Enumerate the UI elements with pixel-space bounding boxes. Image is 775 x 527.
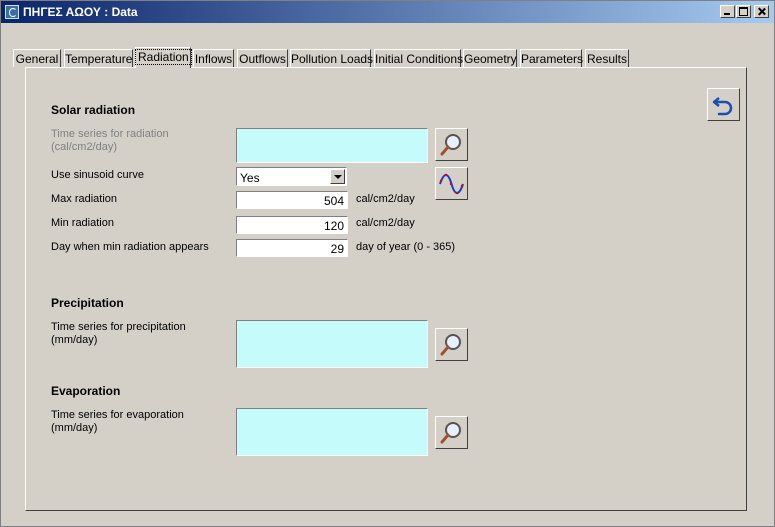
min-radiation-unit: cal/cm2/day bbox=[356, 217, 415, 229]
magnifier-icon bbox=[440, 134, 461, 156]
app-icon[interactable] bbox=[5, 5, 19, 19]
chevron-down-icon[interactable] bbox=[330, 169, 345, 184]
tab-outflows[interactable]: Outflows bbox=[237, 49, 288, 67]
tab-general[interactable]: General bbox=[13, 49, 61, 67]
max-radiation-input[interactable]: 504 bbox=[236, 191, 348, 209]
max-radiation-unit: cal/cm2/day bbox=[356, 193, 415, 205]
tab-label: Outflows bbox=[239, 52, 286, 66]
tab-label: Parameters bbox=[521, 52, 584, 66]
tab-label: Pollution Loads bbox=[291, 52, 374, 66]
min-day-input[interactable]: 29 bbox=[236, 239, 348, 257]
min-radiation-input[interactable]: 120 bbox=[236, 216, 348, 234]
tab-label: Results bbox=[586, 52, 627, 66]
tab-inflows[interactable]: Inflows bbox=[193, 49, 234, 67]
tab-temperature[interactable]: Temperature bbox=[64, 49, 133, 67]
sine-curve-button[interactable] bbox=[435, 167, 468, 200]
undo-button[interactable] bbox=[707, 88, 740, 121]
evap-ts-label: Time series for evaporation bbox=[51, 409, 184, 421]
radiation-timeseries-field[interactable] bbox=[236, 128, 428, 163]
window-title: ΠΗΓΕΣ ΑΩΟΥ : Data bbox=[23, 5, 138, 19]
tab-radiation[interactable]: Radiation bbox=[135, 47, 192, 68]
precipitation-timeseries-field[interactable] bbox=[236, 320, 428, 368]
precip-ts-unit: (mm/day) bbox=[51, 334, 98, 346]
min-day-label: Day when min radiation appears bbox=[51, 241, 209, 253]
tab-label: Radiation bbox=[135, 49, 192, 65]
magnifier-icon bbox=[440, 334, 461, 356]
minimize-button[interactable] bbox=[720, 5, 735, 18]
undo-arrow-icon bbox=[712, 97, 733, 116]
precip-ts-label: Time series for precipitation bbox=[51, 321, 186, 333]
tab-parameters[interactable]: Parameters bbox=[520, 49, 584, 67]
tab-label: General bbox=[15, 52, 59, 66]
browse-precipitation-button[interactable] bbox=[435, 328, 468, 361]
solar-ts-label: Time series for radiation bbox=[51, 128, 169, 140]
tab-label: Inflows bbox=[194, 52, 233, 66]
evaporation-heading: Evaporation bbox=[51, 384, 121, 398]
evap-ts-unit: (mm/day) bbox=[51, 422, 98, 434]
precipitation-heading: Precipitation bbox=[51, 296, 124, 310]
tab-label: Initial Conditions bbox=[375, 52, 464, 66]
radiation-panel: Solar radiation Time series for radiatio… bbox=[25, 67, 747, 511]
sinusoid-select[interactable]: Yes bbox=[236, 167, 347, 186]
maximize-button[interactable] bbox=[736, 5, 751, 18]
solar-ts-unit: (cal/cm2/day) bbox=[51, 141, 118, 153]
tab-results[interactable]: Results bbox=[585, 49, 629, 67]
max-radiation-label: Max radiation bbox=[51, 193, 118, 205]
magnifier-icon bbox=[440, 422, 461, 444]
browse-evaporation-button[interactable] bbox=[435, 416, 468, 449]
data-window: ΠΗΓΕΣ ΑΩΟΥ : Data General Temperature Ra… bbox=[0, 0, 775, 527]
browse-radiation-button[interactable] bbox=[435, 128, 468, 161]
tab-geometry[interactable]: Geometry bbox=[463, 49, 517, 67]
tab-initial-conditions[interactable]: Initial Conditions bbox=[374, 49, 464, 67]
min-day-unit: day of year (0 - 365) bbox=[356, 241, 456, 253]
sinusoid-value: Yes bbox=[240, 171, 260, 185]
title-bar[interactable]: ΠΗΓΕΣ ΑΩΟΥ : Data bbox=[1, 1, 774, 23]
evaporation-timeseries-field[interactable] bbox=[236, 408, 428, 456]
close-button[interactable] bbox=[754, 5, 769, 18]
sinusoid-label: Use sinusoid curve bbox=[51, 169, 144, 181]
sine-curve-icon bbox=[439, 173, 464, 195]
tab-label: Geometry bbox=[464, 52, 517, 66]
tab-label: Temperature bbox=[65, 52, 133, 66]
solar-heading: Solar radiation bbox=[51, 103, 136, 117]
min-radiation-label: Min radiation bbox=[51, 217, 114, 229]
tab-pollution-loads[interactable]: Pollution Loads bbox=[290, 49, 374, 67]
